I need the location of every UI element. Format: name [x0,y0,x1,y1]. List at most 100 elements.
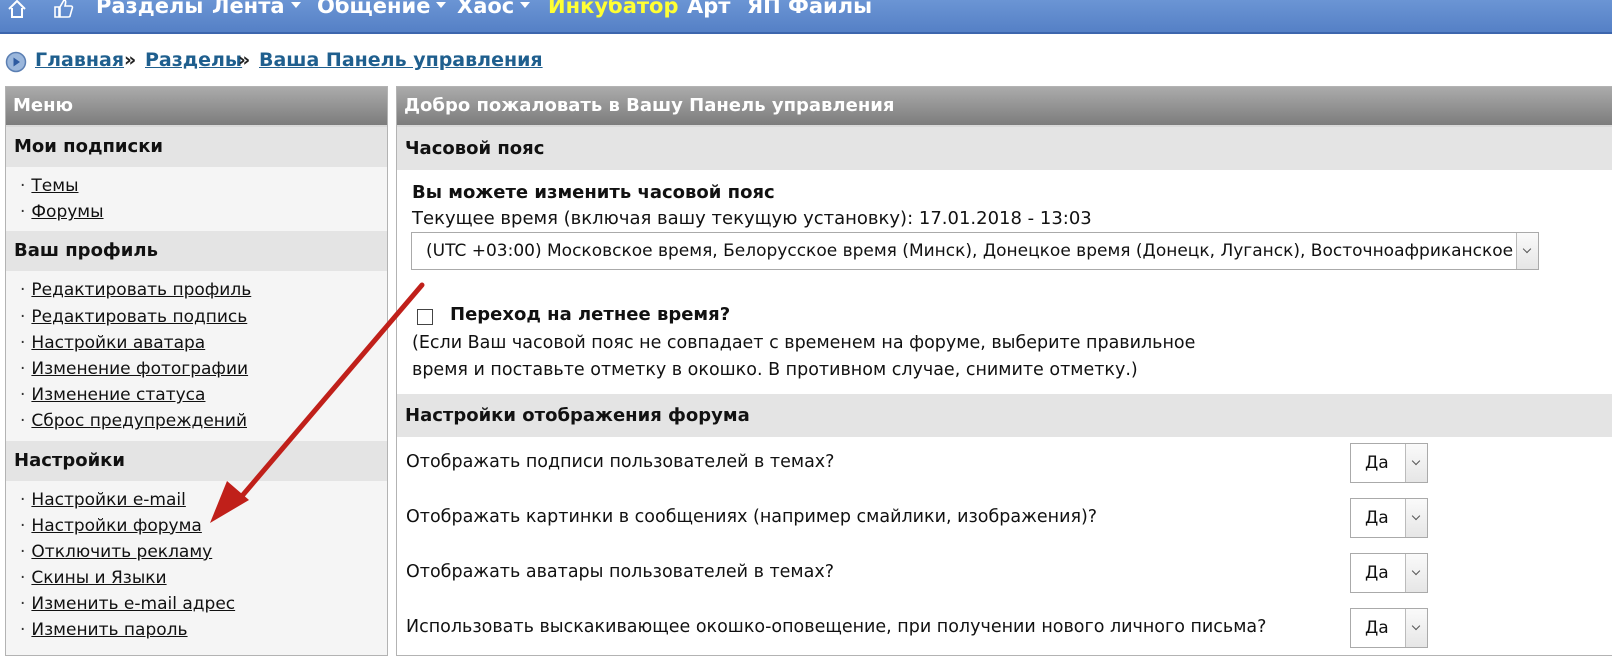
sidebar-section-settings: Настройки [6,440,387,481]
sidebar-item-disable-ads[interactable]: Отключить рекламу [31,542,212,562]
nav-khaos[interactable]: Хаос [457,0,531,18]
chevron-down-icon [436,2,447,8]
sidebar-item: · Редактировать профиль [6,277,387,303]
sidebar-menu: Меню Мои подписки · Темы · Форумы Ваш проф… [5,86,388,656]
sidebar-item: · Отключить рекламу [6,539,387,565]
setting-label-pm-popup: Использовать выскакивающее окошко-оповещ… [406,617,1267,637]
sidebar-item: · Сброс предупреждений [6,408,387,434]
select-value: Да [1365,508,1389,528]
nav-khaos-label: Хаос [457,0,515,18]
sidebar-item: · Темы [6,173,387,199]
sidebar-item-email-settings[interactable]: Настройки e-mail [31,490,185,510]
setting-label-images: Отображать картинки в сообщениях (наприм… [406,507,1098,527]
bullet: · [20,358,26,379]
sidebar-list-settings: · Настройки e-mail · Настройки форума · Отк… [6,481,387,650]
sidebar-item-edit-profile[interactable]: Редактировать профиль [31,280,251,300]
chevron-down-icon[interactable] [1405,499,1427,537]
sidebar-item-topics[interactable]: Темы [31,176,78,196]
sidebar-section-profile: Ваш профиль [6,231,387,272]
select-avatars[interactable]: Да [1350,553,1428,593]
nav-art[interactable]: Арт [687,0,730,18]
timezone-select[interactable]: (UTC +03:00) Московское время, Белорусск… [411,232,1539,270]
bullet: · [20,176,26,196]
thumbs-up-icon[interactable] [52,0,74,19]
main-title: Добро пожаловать в Вашу Панель управлени… [397,87,1612,127]
nav-art-label: Арт [687,0,731,18]
select-images[interactable]: Да [1350,498,1428,538]
sidebar-list-subscriptions: · Темы · Форумы [6,167,387,231]
sidebar-item-avatar-settings[interactable]: Настройки аватара [31,333,205,353]
sidebar-item: · Форумы [6,199,387,225]
chevron-down-icon[interactable] [1405,554,1427,592]
timezone-select-value: (UTC +03:00) Московское время, Белорусск… [426,241,1539,261]
bullet: · [20,385,26,406]
sidebar-list-profile: · Редактировать профиль · Редактировать по… [6,271,387,440]
sidebar-item-edit-signature[interactable]: Редактировать подпись [31,307,247,327]
main-panel: Добро пожаловать в Вашу Панель управлени… [396,86,1612,656]
sidebar-section-subscriptions: Мои подписки [6,127,387,167]
nav-obshchenie[interactable]: Общение [317,0,447,18]
nav-obshchenie-label: Общение [317,0,431,18]
sidebar-item: · Редактировать подпись [6,304,387,330]
chevron-down-icon[interactable] [1405,444,1427,482]
setting-row: Отображать картинки в сообщениях (наприм… [397,492,1612,547]
nav-razdely[interactable]: Разделы [96,0,203,18]
sidebar-item-change-status[interactable]: Изменение статуса [31,385,205,405]
bullet: · [20,620,26,641]
bullet: · [20,332,26,353]
dst-note: (Если Ваш часовой пояс не совпадает с вр… [412,333,1196,380]
sidebar-item-change-password[interactable]: Изменить пароль [31,620,187,640]
setting-row: Отображать подписи пользователей в темах… [397,437,1612,492]
select-signatures[interactable]: Да [1350,443,1428,483]
bullet: · [20,568,26,589]
breadcrumb-sections-link[interactable]: Разделы [145,49,242,71]
sidebar-item-forum-settings[interactable]: Настройки форума [31,516,201,536]
sidebar-item-change-email[interactable]: Изменить e-mail адрес [31,594,235,614]
sidebar-item-forums[interactable]: Форумы [31,202,103,222]
bullet: · [20,515,26,536]
play-circle-icon [5,51,27,73]
nav-lenta-label: Лента [212,0,285,18]
breadcrumb-separator: » [124,49,137,71]
sidebar-item-skins-languages[interactable]: Скины и Языки [31,568,166,588]
sidebar-item: · Настройки e-mail [6,487,387,513]
dst-label: Переход на летнее время? [450,304,731,325]
current-time-text: Текущее время (включая вашу текущую уста… [412,208,1092,229]
chevron-down-icon[interactable] [1516,233,1538,269]
sidebar-item: · Изменение фотографии [6,356,387,382]
sidebar-item-reset-warnings[interactable]: Сброс предупреждений [31,411,247,431]
sidebar-item: · Изменить e-mail адрес [6,591,387,617]
sidebar-item: · Скины и Языки [6,565,387,591]
setting-label-signatures: Отображать подписи пользователей в темах… [406,452,835,472]
sidebar-item: · Изменение статуса [6,382,387,408]
nav-inkubator-label: Инкубатор [548,0,679,18]
timezone-heading: Вы можете изменить часовой пояс [412,182,775,203]
bullet: · [20,280,26,301]
sidebar-item-change-photo[interactable]: Изменение фотографии [31,359,248,379]
setting-label-avatars: Отображать аватары пользователей в темах… [406,562,834,582]
top-navigation-bar: Разделы Лента Общение Хаос Инкубатор Арт… [0,0,1612,34]
breadcrumb-separator: » [238,49,251,71]
sidebar-item: · Настройки форума [6,513,387,539]
breadcrumb-home-link[interactable]: Главная [35,49,124,71]
select-value: Да [1365,618,1389,638]
setting-row: Отображать аватары пользователей в темах… [397,547,1612,602]
nav-inkubator[interactable]: Инкубатор [548,0,679,18]
nav-yap-faily[interactable]: ЯП Файлы [747,0,872,18]
breadcrumb-control-panel-link[interactable]: Ваша Панель управления [259,49,543,71]
bullet: · [20,594,26,615]
chevron-down-icon[interactable] [1405,609,1427,647]
nav-razdely-label: Разделы [96,0,204,18]
home-icon[interactable] [6,0,28,20]
sidebar-title: Меню [6,87,387,127]
nav-yap-faily-label: ЯП Файлы [747,0,873,18]
timezone-block: Вы можете изменить часовой пояс Текущее … [397,170,1612,394]
select-pm-popup[interactable]: Да [1350,608,1428,648]
select-value: Да [1365,453,1389,473]
bullet: · [20,411,26,432]
chevron-down-icon [290,2,301,8]
sidebar-item: · Настройки аватара [6,330,387,356]
nav-lenta[interactable]: Лента [212,0,301,18]
setting-row: Использовать выскакивающее окошко-оповещ… [397,602,1612,655]
dst-checkbox[interactable] [417,309,433,325]
